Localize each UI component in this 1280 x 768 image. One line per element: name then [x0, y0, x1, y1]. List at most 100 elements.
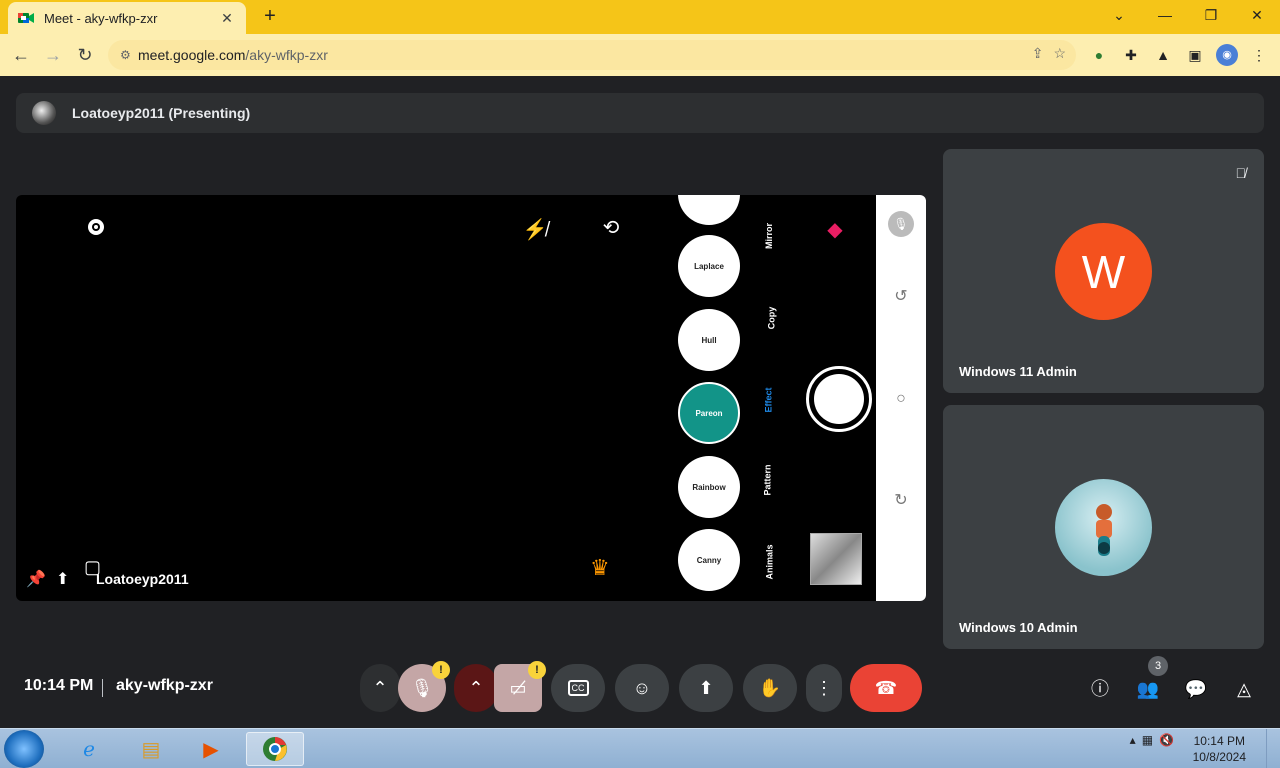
more-options-button[interactable]: ⋮: [806, 664, 842, 712]
browser-menu-icon[interactable]: ⋮: [1248, 44, 1270, 66]
device-nav-bar: 🎙 ↺ ○ ↻: [876, 195, 926, 601]
back-icon[interactable]: ←: [8, 42, 34, 68]
eraser-icon[interactable]: ◆: [822, 217, 848, 242]
filter-option-pareon[interactable]: Pareon: [678, 382, 740, 444]
volume-muted-icon[interactable]: 🔇: [1159, 733, 1174, 747]
filter-option-top[interactable]: [678, 195, 740, 225]
extension-globe-icon[interactable]: ●: [1088, 44, 1110, 66]
refresh-icon[interactable]: ↻: [891, 491, 911, 511]
extensions-puzzle-icon[interactable]: ✚: [1120, 44, 1142, 66]
filter-option-rainbow[interactable]: Rainbow: [678, 456, 740, 518]
participant-name: Windows 11 Admin: [959, 364, 1077, 379]
tray-expand-icon[interactable]: ▴: [1130, 733, 1136, 747]
share-icon[interactable]: ⇪: [1032, 45, 1044, 62]
reload-icon[interactable]: ↻: [72, 42, 98, 68]
file-explorer-icon[interactable]: ▤: [124, 732, 178, 766]
participant-name: Windows 10 Admin: [959, 620, 1078, 635]
video-options-chevron-icon[interactable]: ⌃: [454, 664, 498, 712]
filter-label: Pareon: [695, 408, 723, 418]
omnibox-actions: ⇪ ☆: [1032, 45, 1066, 62]
start-button[interactable]: [4, 730, 44, 768]
mode-pattern[interactable]: Pattern: [763, 464, 773, 495]
tab-search-icon[interactable]: ⌄: [1104, 4, 1134, 26]
app-root: Meet - aky-wfkp-zxr ✕ + ⌄ — ❐ ✕ ← → ↻ ⚙ …: [0, 0, 1280, 768]
switch-camera-icon[interactable]: ⟲: [596, 215, 626, 240]
profile-avatar[interactable]: ◉: [1216, 44, 1238, 66]
filter-option-hull[interactable]: Hull: [678, 309, 740, 371]
pin-icon[interactable]: 📌: [26, 569, 46, 589]
bookmark-star-icon[interactable]: ☆: [1053, 45, 1066, 62]
filter-option-laplace[interactable]: Laplace: [678, 235, 740, 297]
meeting-details-icon[interactable]: ⓘ: [1087, 676, 1113, 702]
captions-button[interactable]: CC: [551, 664, 605, 712]
presenting-title: Loatoeyp2011 (Presenting): [72, 105, 251, 121]
people-count-badge: 3: [1148, 656, 1168, 676]
presenting-banner: Loatoeyp2011 (Presenting): [16, 93, 1264, 133]
chrome-taskbar-icon[interactable]: [246, 732, 304, 766]
show-desktop-button[interactable]: [1266, 729, 1280, 768]
leave-call-button[interactable]: ☎: [850, 664, 922, 712]
participant-avatar: W: [1055, 223, 1152, 320]
address-bar[interactable]: ⚙ meet.google.com/aky-wfkp-zxr ⇪ ☆: [108, 40, 1076, 70]
filter-option-canny[interactable]: Canny: [678, 529, 740, 591]
side-panel-icon[interactable]: ▣: [1184, 44, 1206, 66]
location-pin-icon[interactable]: [84, 217, 108, 247]
filter-label: Rainbow: [692, 482, 726, 492]
windows-taskbar: ℯ ▤ ▶ ▴ ▦ 🔇 10:14 PM 10/8/2024: [0, 728, 1280, 768]
filter-label: Laplace: [694, 261, 724, 271]
taskbar-date: 10/8/2024: [1192, 750, 1246, 764]
mode-animals[interactable]: Animals: [765, 544, 775, 579]
present-screen-button[interactable]: ⬆: [679, 664, 733, 712]
stage-participant-name: Loatoeyp2011: [96, 571, 189, 587]
browser-tab-strip: Meet - aky-wfkp-zxr ✕ + ⌄ — ❐ ✕: [0, 0, 1280, 34]
participant-avatar: [1055, 479, 1152, 576]
captions-icon: CC: [567, 680, 589, 696]
mic-warning-icon: !: [432, 661, 450, 679]
filter-label: Canny: [696, 555, 722, 565]
network-icon[interactable]: ▦: [1142, 733, 1153, 747]
filter-label: Hull: [701, 335, 717, 345]
url-host: meet.google.com: [138, 47, 246, 63]
mode-copy[interactable]: Copy: [766, 307, 776, 330]
home-circle-icon[interactable]: ○: [891, 389, 911, 409]
activities-icon[interactable]: ◬: [1231, 676, 1257, 702]
presenter-avatar: [32, 101, 56, 125]
participant-tile[interactable]: Windows 10 Admin: [943, 405, 1264, 649]
participant-tile[interactable]: 🎙̸ W Windows 11 Admin: [943, 149, 1264, 393]
rotate-icon[interactable]: ↺: [891, 287, 911, 307]
mode-mirror[interactable]: Mirror: [764, 223, 774, 249]
present-frame-icon[interactable]: ⬆: [56, 569, 69, 589]
mode-effect[interactable]: Effect: [764, 387, 774, 412]
emoji-button[interactable]: ☺: [615, 664, 669, 712]
camera-warning-icon: !: [528, 661, 546, 679]
shutter-button[interactable]: [806, 366, 872, 432]
mic-off-icon[interactable]: 🎙: [888, 211, 914, 237]
taskbar-clock[interactable]: 10:14 PM 10/8/2024: [1193, 733, 1246, 765]
new-tab-icon[interactable]: +: [258, 4, 282, 28]
internet-explorer-icon[interactable]: ℯ: [62, 732, 116, 766]
minimize-icon[interactable]: —: [1150, 4, 1180, 26]
labs-flask-icon[interactable]: ▲: [1152, 44, 1174, 66]
crown-icon[interactable]: ♛: [590, 555, 610, 581]
google-meet-icon: [18, 11, 34, 25]
gallery-thumbnail[interactable]: [810, 533, 862, 585]
tab-close-icon[interactable]: ✕: [218, 10, 236, 27]
meeting-code: aky-wfkp-zxr: [116, 677, 213, 694]
bottom-divider: [102, 679, 103, 697]
audio-options-chevron-icon[interactable]: ⌃: [360, 664, 400, 712]
taskbar-time: 10:14 PM: [1193, 734, 1245, 748]
url-path: /aky-wfkp-zxr: [245, 47, 328, 63]
people-icon[interactable]: 👥: [1135, 676, 1161, 702]
shutter-inner: [814, 374, 864, 424]
chat-icon[interactable]: 💬: [1183, 676, 1209, 702]
main-presentation-stage: ⚡̸ ⟲ ◆ Laplace Hull Pareon Rainbow Canny…: [16, 195, 926, 601]
site-info-icon[interactable]: ⚙: [120, 48, 138, 62]
close-window-icon[interactable]: ✕: [1242, 4, 1272, 26]
tab-meet[interactable]: Meet - aky-wfkp-zxr ✕: [8, 2, 246, 34]
tab-title: Meet - aky-wfkp-zxr: [44, 10, 158, 26]
flash-off-icon[interactable]: ⚡̸: [522, 217, 548, 242]
media-player-icon[interactable]: ▶: [184, 732, 238, 766]
forward-icon[interactable]: →: [40, 42, 66, 68]
raise-hand-button[interactable]: ✋: [743, 664, 797, 712]
restore-icon[interactable]: ❐: [1196, 4, 1226, 26]
